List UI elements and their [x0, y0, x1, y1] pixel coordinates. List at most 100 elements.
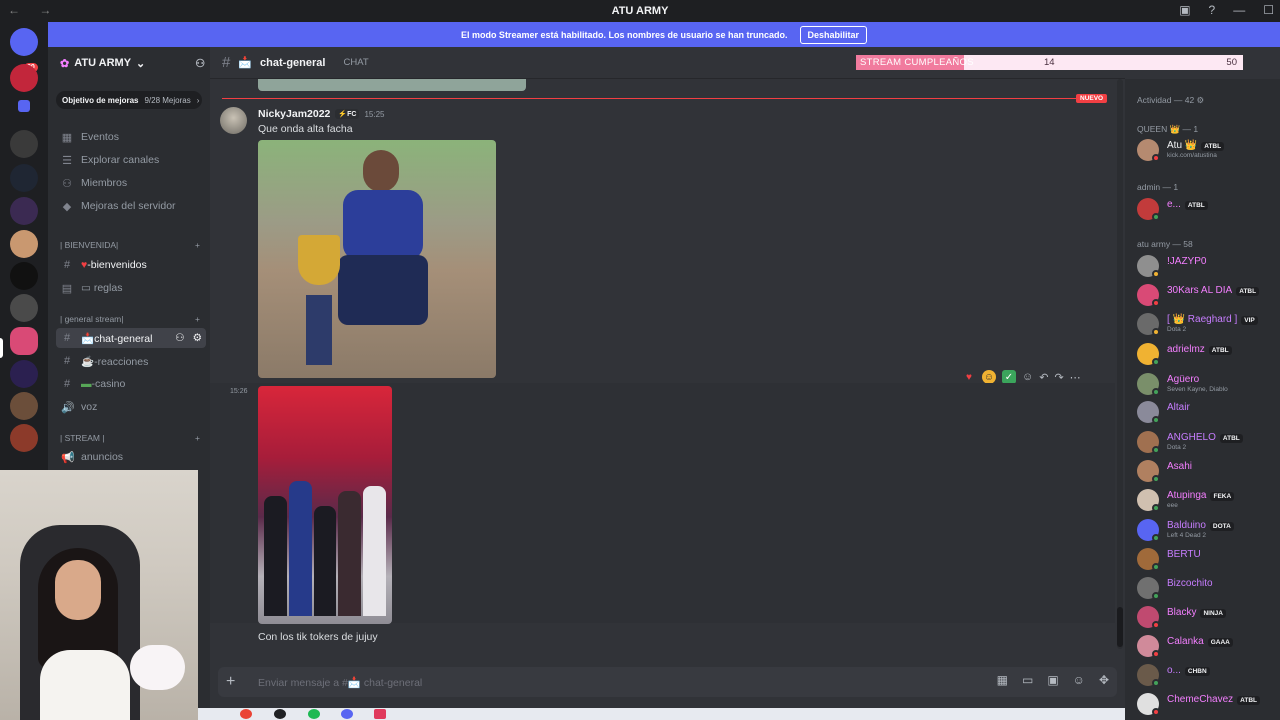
- server-icon[interactable]: [10, 230, 38, 258]
- atu-army-server-icon[interactable]: [10, 327, 38, 355]
- member-row[interactable]: BERTU: [1137, 548, 1280, 572]
- chrome-icon[interactable]: [240, 709, 252, 719]
- nav-server-boosts[interactable]: ◆ Mejoras del servidor: [56, 196, 206, 216]
- trophy-cup: [298, 235, 340, 285]
- add-reaction-icon[interactable]: ☺: [1022, 371, 1033, 383]
- add-channel-icon[interactable]: +: [195, 240, 200, 250]
- gif-icon[interactable]: ▭: [1022, 673, 1033, 687]
- disable-button[interactable]: Deshabilitar: [799, 25, 868, 44]
- chat-scrollbar[interactable]: [1117, 79, 1123, 649]
- forward-icon[interactable]: ↷: [1054, 371, 1063, 384]
- member-row[interactable]: Balduino DOTA Left 4 Dead 2: [1137, 519, 1280, 543]
- server-icon[interactable]: [10, 64, 38, 92]
- channel-anuncios[interactable]: 📢 anuncios: [56, 447, 206, 467]
- server-icon[interactable]: [10, 424, 38, 452]
- previous-image[interactable]: [258, 79, 526, 91]
- inbox-icon[interactable]: ▣: [1179, 3, 1190, 17]
- member-row[interactable]: o... CHBN: [1137, 664, 1280, 688]
- chevron-down-icon: ⌄: [136, 57, 146, 70]
- member-tag: DOTA: [1209, 522, 1234, 531]
- app-icon[interactable]: [374, 709, 386, 719]
- member-tag: GAAA: [1207, 638, 1233, 647]
- server-icon[interactable]: [10, 262, 38, 290]
- channel-bienvenidos[interactable]: # ♥-bienvenidos: [56, 255, 206, 275]
- channel-chat-general[interactable]: # 📩chat-general ⚇ ⚙: [56, 328, 206, 348]
- member-row[interactable]: !JAZYP0: [1137, 255, 1280, 279]
- emoji-icon[interactable]: ☺: [1073, 673, 1085, 687]
- server-icon[interactable]: [10, 294, 38, 322]
- member-name-label: adrielmz: [1167, 344, 1205, 355]
- sticker-icon[interactable]: ▣: [1047, 673, 1058, 687]
- help-icon[interactable]: ?: [1209, 3, 1216, 17]
- member-row[interactable]: Atupinga FEKA eee: [1137, 489, 1280, 513]
- member-row[interactable]: Altair: [1137, 401, 1280, 425]
- server-icon[interactable]: [10, 392, 38, 420]
- member-row[interactable]: Calanka GAAA: [1137, 635, 1280, 659]
- channel-reglas[interactable]: ▤ ▭ reglas: [56, 278, 206, 298]
- server-icon[interactable]: [10, 197, 38, 225]
- server-icon[interactable]: [10, 360, 38, 388]
- gear-icon[interactable]: ⚙: [1197, 95, 1205, 105]
- guild-icon: ✿: [60, 57, 70, 70]
- add-channel-icon[interactable]: +: [195, 433, 200, 443]
- gift-icon[interactable]: ▦: [997, 673, 1008, 687]
- nav-events[interactable]: ▦ Eventos: [56, 127, 206, 147]
- apps-icon[interactable]: ✥: [1099, 673, 1109, 687]
- member-row[interactable]: 30Kars AL DIA ATBL: [1137, 284, 1280, 308]
- discord-icon[interactable]: [341, 709, 353, 719]
- folder-icon[interactable]: [18, 100, 30, 112]
- photo-attachment[interactable]: [258, 140, 496, 378]
- nav-browse-channels[interactable]: ☰ Explorar canales: [56, 150, 206, 170]
- category-bienvenida[interactable]: | BIENVENIDA| +: [60, 240, 200, 250]
- avatar[interactable]: [220, 107, 247, 134]
- server-icon[interactable]: [10, 130, 38, 158]
- settings-gear-icon[interactable]: ⚙: [193, 332, 202, 344]
- channel-casino[interactable]: # ▬-casino: [56, 374, 206, 394]
- member-row[interactable]: Agüero Seven Kayne, Diablo: [1137, 373, 1280, 397]
- member-row[interactable]: ANGHELO ATBL Dota 2: [1137, 431, 1280, 455]
- channel-reacciones[interactable]: # ☕-reacciones: [56, 351, 206, 371]
- member-row[interactable]: ChemeChavez ATBL: [1137, 693, 1280, 717]
- invite-icon[interactable]: ⚇: [175, 332, 184, 344]
- add-channel-icon[interactable]: +: [195, 314, 200, 324]
- channel-voz[interactable]: 🔊 voz: [56, 397, 206, 417]
- discord-home-icon[interactable]: [10, 28, 38, 56]
- minimize-icon[interactable]: —: [1233, 3, 1245, 17]
- composer-placeholder[interactable]: Enviar mensaje a #📩 chat-general: [258, 676, 422, 689]
- member-row[interactable]: [ 👑 Raeghard ] VIP Dota 2: [1137, 313, 1280, 337]
- category-general-stream[interactable]: | general stream| +: [60, 314, 200, 324]
- member-row[interactable]: e... ATBL: [1137, 198, 1280, 222]
- trophy: [298, 235, 340, 365]
- attach-plus-icon[interactable]: +: [226, 673, 235, 691]
- reply-icon[interactable]: ↶: [1039, 371, 1048, 384]
- mailbox-icon: 📩: [81, 332, 95, 345]
- boost-goal[interactable]: Objetivo de mejoras 9/28 Mejoras ›: [56, 91, 202, 109]
- trophy-base: [306, 295, 332, 365]
- app-icon[interactable]: [274, 709, 286, 719]
- laugh-reaction-icon[interactable]: ☺: [982, 370, 996, 384]
- spotify-icon[interactable]: [308, 709, 320, 719]
- scroll-thumb[interactable]: [1117, 607, 1123, 647]
- member-name-label: ChemeChavez: [1167, 694, 1234, 705]
- heart-reaction-icon[interactable]: ♥: [962, 370, 976, 384]
- member-row[interactable]: adrielmz ATBL: [1137, 343, 1280, 367]
- member-name: 30Kars AL DIA ATBL: [1167, 285, 1260, 296]
- member-row[interactable]: Asahi: [1137, 460, 1280, 484]
- member-row[interactable]: Blacky NINJA: [1137, 606, 1280, 630]
- server-icon[interactable]: [10, 164, 38, 192]
- category-stream[interactable]: | STREAM | +: [60, 433, 200, 443]
- more-icon[interactable]: ⋯: [1070, 371, 1081, 384]
- guild-header[interactable]: ✿ ATU ARMY ⌄ ⚇: [48, 47, 210, 79]
- message-composer[interactable]: + Enviar mensaje a #📩 chat-general ▦ ▭ ▣…: [218, 667, 1117, 697]
- title-bar: ← → ATU ARMY ▣ ? — ☐: [0, 0, 1280, 22]
- author-name[interactable]: NickyJam2022: [258, 108, 330, 120]
- member-row[interactable]: Atu 👑 ATBL kick.com/atustina: [1137, 139, 1280, 163]
- status-indicator: [1152, 154, 1160, 162]
- add-member-icon[interactable]: ⚇: [195, 57, 205, 70]
- check-reaction-icon[interactable]: ✓: [1002, 370, 1016, 384]
- nav-members[interactable]: ⚇ Miembros: [56, 173, 206, 193]
- photo-attachment[interactable]: [258, 386, 392, 624]
- stream-goal-target: 50: [1226, 57, 1237, 68]
- member-row[interactable]: Bizcochito: [1137, 577, 1280, 601]
- maximize-icon[interactable]: ☐: [1263, 3, 1274, 17]
